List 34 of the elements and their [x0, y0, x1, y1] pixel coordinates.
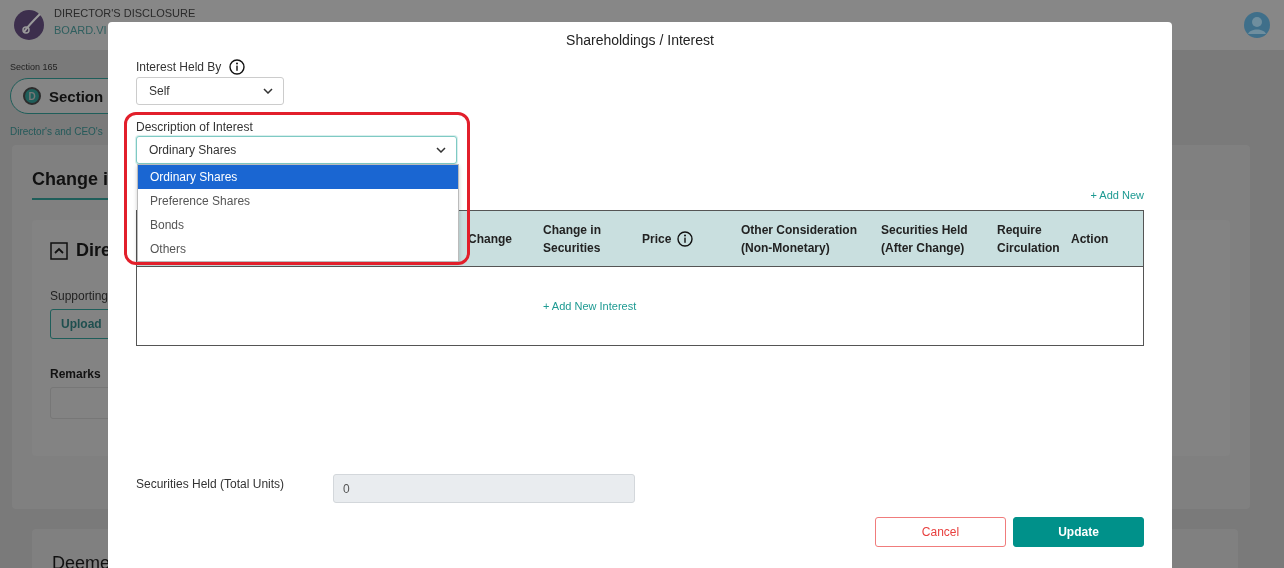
field-label: Securities Held (Total Units)	[136, 477, 285, 491]
app-title: DIRECTOR'S DISCLOSURE	[54, 7, 196, 20]
panel-title: Dire	[76, 240, 111, 261]
section-caption: Director's and CEO's	[10, 126, 103, 137]
app-subtitle: BOARD.VI	[54, 24, 108, 37]
info-icon	[229, 59, 246, 75]
column-header: Change in Securities	[543, 221, 602, 257]
logo-icon	[14, 10, 44, 40]
column-header: Require Circulation	[997, 221, 1061, 257]
cancel-button[interactable]: Cancel	[875, 517, 1006, 547]
column-header: Change	[468, 230, 512, 248]
breadcrumb: Section 165	[10, 62, 58, 72]
column-header: Action	[1071, 230, 1109, 248]
field-label: Remarks	[50, 367, 102, 381]
add-new-link[interactable]: + Add New	[1090, 189, 1144, 201]
chevron-icon	[263, 88, 273, 94]
collapse-icon[interactable]	[50, 241, 68, 260]
field-label: Supporting	[50, 289, 110, 303]
dropdown-option[interactable]: Preference Shares	[138, 189, 458, 213]
modal-title: Shareholdings / Interest	[565, 32, 715, 48]
column-header: Price	[642, 230, 672, 248]
add-interest-link[interactable]: + Add New Interest	[543, 300, 637, 312]
dropdown-option[interactable]: Others	[138, 237, 458, 261]
field-label: Interest Held By	[136, 60, 222, 74]
interest-held-by-select[interactable]: Self	[136, 77, 284, 105]
dropdown-option[interactable]: Bonds	[138, 213, 458, 237]
description-select[interactable]: Ordinary Shares	[136, 136, 457, 164]
field-label: Description of Interest	[136, 120, 253, 134]
column-header: Securities Held (After Change)	[881, 221, 969, 257]
total-units-field[interactable]: 0	[333, 474, 635, 503]
chevron-icon	[436, 147, 446, 153]
update-button[interactable]: Update	[1013, 517, 1144, 547]
dropdown-option[interactable]: Ordinary Shares	[138, 165, 458, 189]
column-header: Other Consideration (Non-Monetary)	[741, 221, 858, 257]
